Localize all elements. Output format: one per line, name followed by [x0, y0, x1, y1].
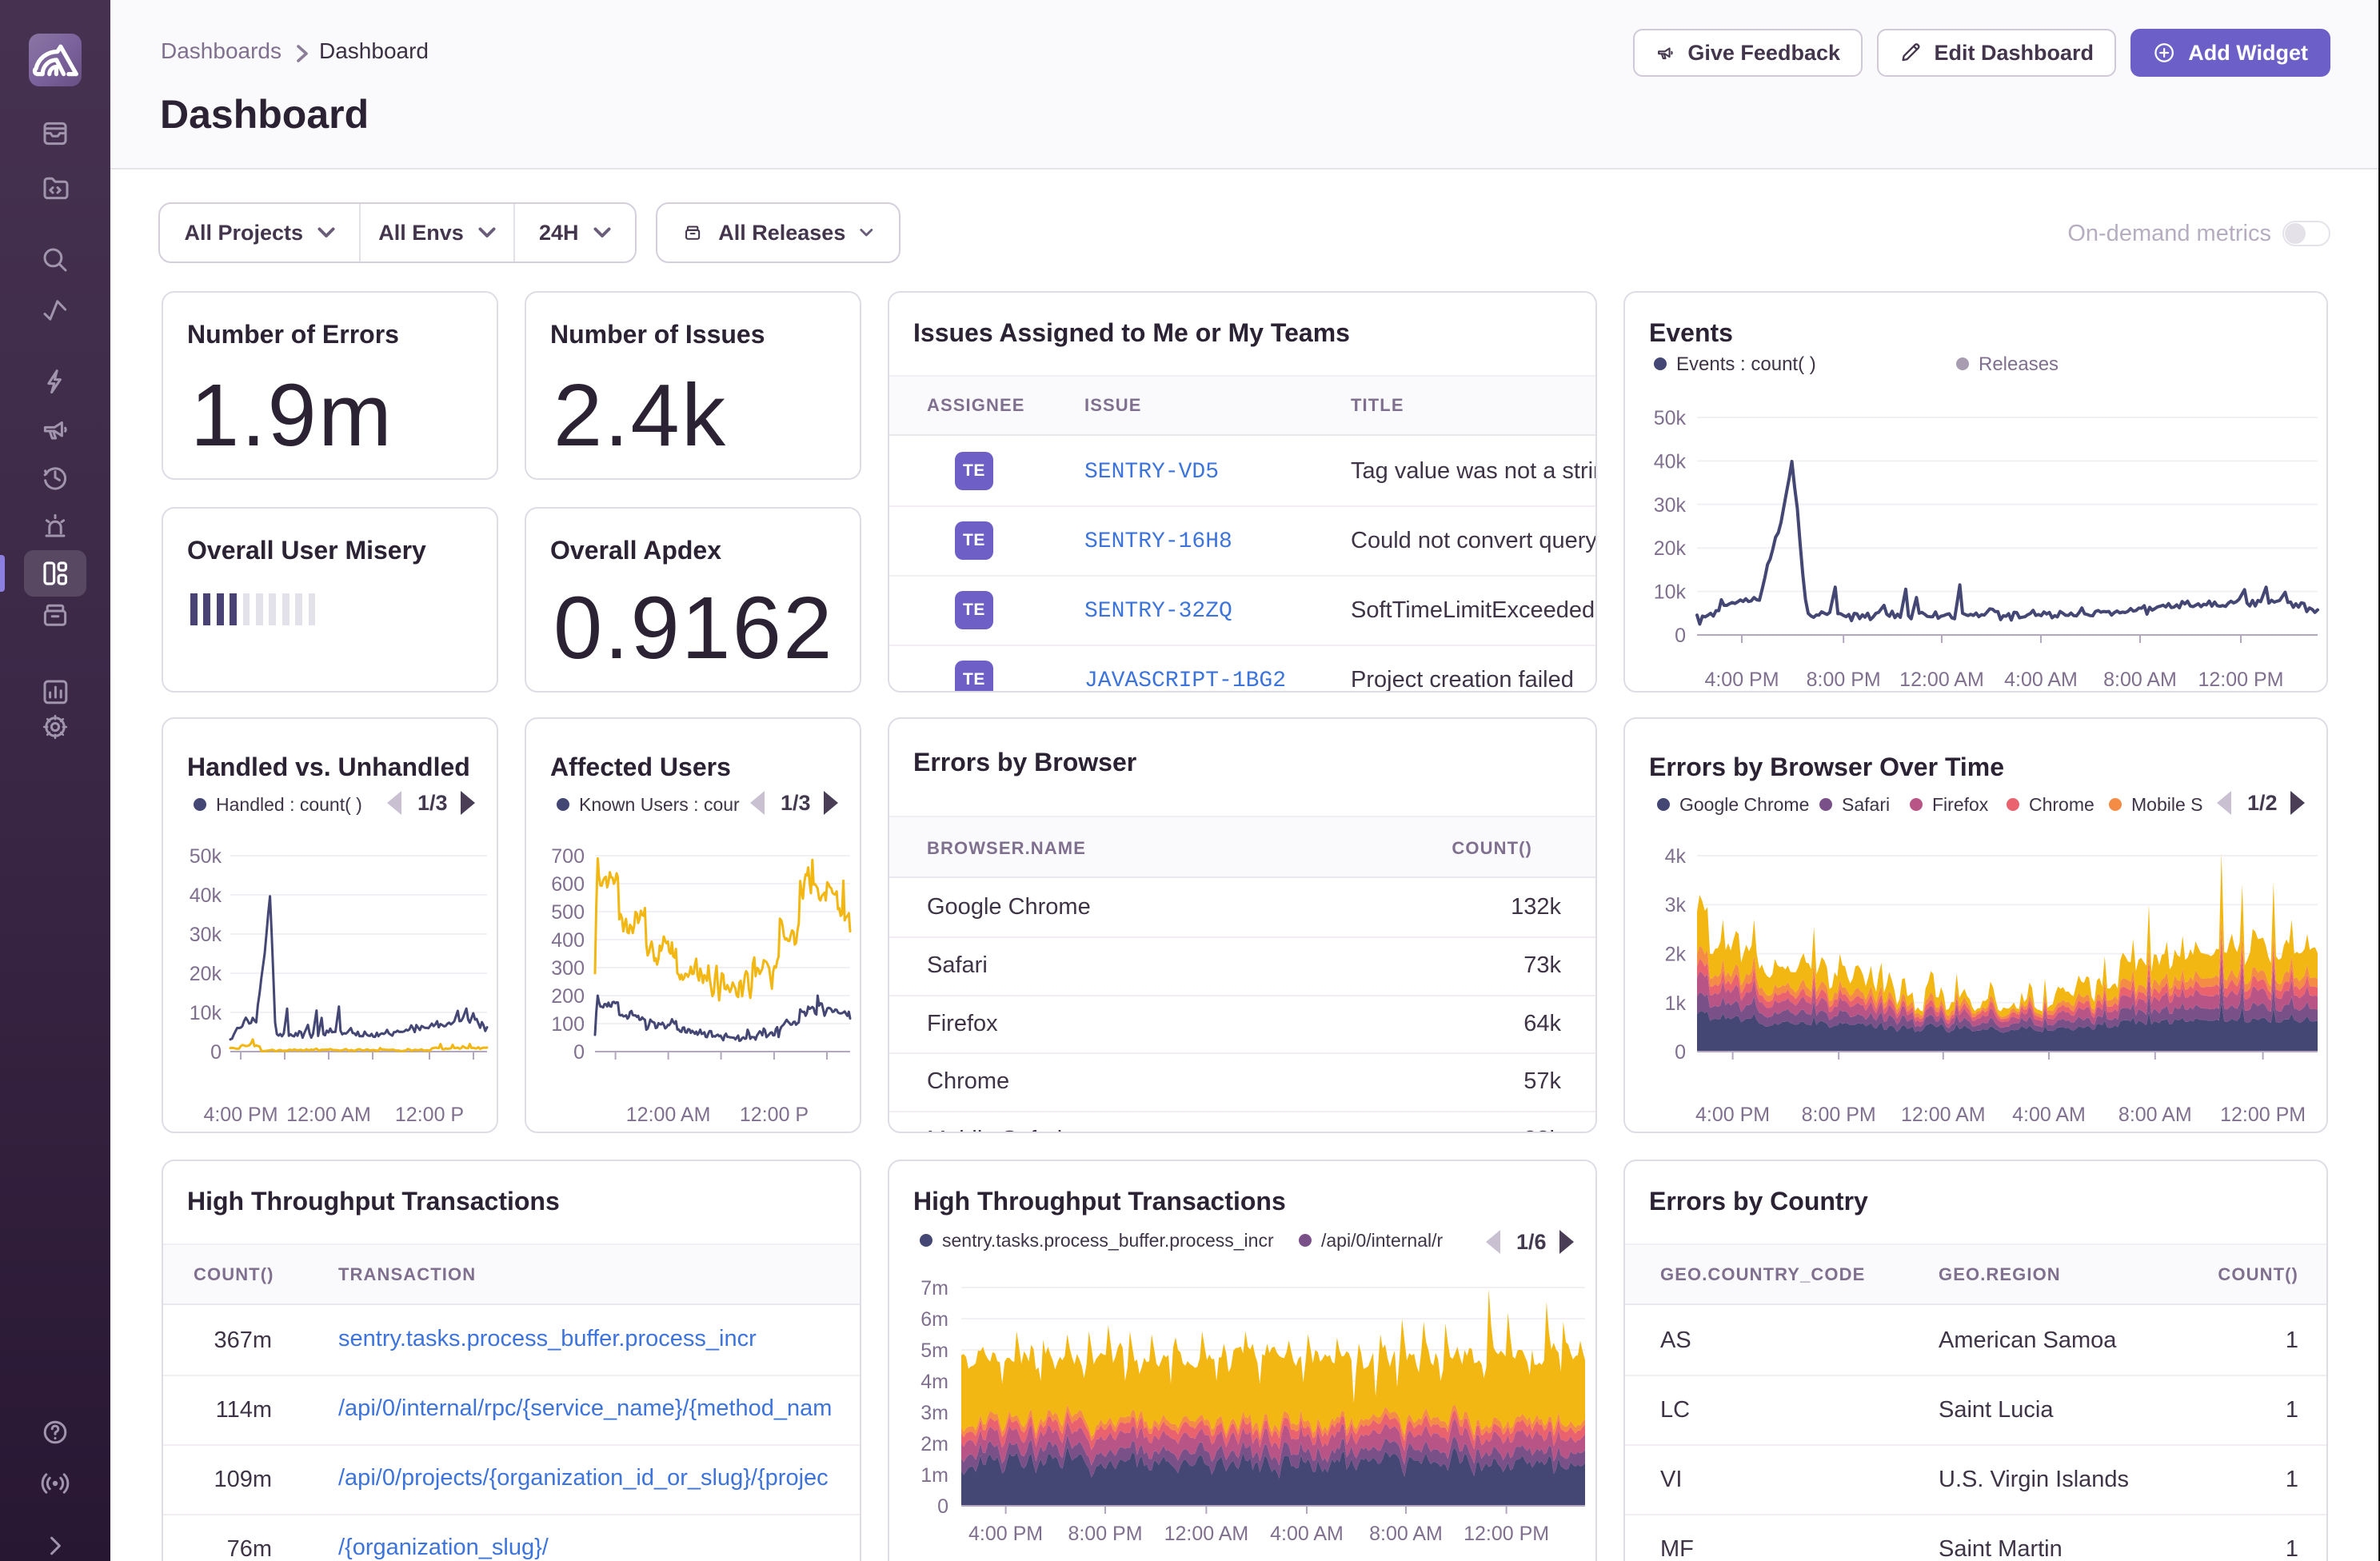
svg-text:200: 200 — [551, 985, 585, 1008]
svg-text:4:00 AM: 4:00 AM — [2004, 669, 2078, 691]
svg-text:40k: 40k — [1654, 450, 1687, 473]
svg-text:12:00 AM: 12:00 AM — [286, 1104, 371, 1126]
svg-text:12:00 PM: 12:00 PM — [2198, 669, 2283, 691]
svg-text:4:00 PM: 4:00 PM — [203, 1104, 278, 1126]
svg-text:4:00 PM: 4:00 PM — [968, 1523, 1043, 1545]
svg-text:50k: 50k — [190, 845, 222, 868]
svg-text:20k: 20k — [190, 963, 222, 985]
svg-text:8:00 AM: 8:00 AM — [2103, 669, 2177, 691]
svg-text:400: 400 — [551, 929, 585, 952]
svg-text:4:00 AM: 4:00 AM — [1270, 1523, 1344, 1545]
svg-text:6m: 6m — [920, 1308, 948, 1331]
svg-text:700: 700 — [551, 845, 585, 868]
svg-text:8:00 PM: 8:00 PM — [1068, 1523, 1142, 1545]
svg-text:50k: 50k — [1654, 407, 1687, 429]
svg-text:0: 0 — [210, 1041, 222, 1064]
svg-text:12:00 AM: 12:00 AM — [626, 1104, 711, 1126]
svg-text:4m: 4m — [920, 1371, 948, 1393]
svg-text:0: 0 — [573, 1041, 585, 1064]
svg-text:3k: 3k — [1665, 894, 1687, 916]
svg-text:8:00 AM: 8:00 AM — [1369, 1523, 1443, 1545]
svg-text:500: 500 — [551, 901, 585, 924]
svg-text:40k: 40k — [190, 884, 222, 907]
svg-text:1m: 1m — [920, 1464, 948, 1487]
svg-text:12:00 P: 12:00 P — [395, 1104, 464, 1126]
svg-text:600: 600 — [551, 873, 585, 896]
svg-text:4:00 PM: 4:00 PM — [1704, 669, 1779, 691]
svg-text:5m: 5m — [920, 1339, 948, 1362]
svg-text:12:00 AM: 12:00 AM — [1901, 1104, 1986, 1126]
svg-text:3m: 3m — [920, 1402, 948, 1424]
svg-text:0: 0 — [1675, 625, 1686, 647]
svg-text:100: 100 — [551, 1013, 585, 1036]
svg-text:2m: 2m — [920, 1433, 948, 1455]
svg-text:12:00 AM: 12:00 AM — [1164, 1523, 1249, 1545]
svg-text:12:00 PM: 12:00 PM — [2220, 1104, 2306, 1126]
svg-text:20k: 20k — [1654, 537, 1687, 560]
svg-text:12:00 PM: 12:00 PM — [1464, 1523, 1549, 1545]
svg-text:0: 0 — [937, 1495, 948, 1518]
svg-text:12:00 P: 12:00 P — [740, 1104, 809, 1126]
svg-text:300: 300 — [551, 957, 585, 980]
svg-text:8:00 AM: 8:00 AM — [2118, 1104, 2192, 1126]
svg-text:4k: 4k — [1665, 845, 1687, 868]
svg-text:10k: 10k — [190, 1002, 222, 1024]
svg-text:4:00 PM: 4:00 PM — [1695, 1104, 1770, 1126]
svg-text:7m: 7m — [920, 1277, 948, 1300]
svg-text:12:00 AM: 12:00 AM — [1899, 669, 1984, 691]
svg-text:1k: 1k — [1665, 992, 1687, 1015]
svg-text:30k: 30k — [190, 924, 222, 946]
svg-text:4:00 AM: 4:00 AM — [2012, 1104, 2086, 1126]
svg-text:30k: 30k — [1654, 494, 1687, 517]
svg-text:2k: 2k — [1665, 943, 1687, 965]
svg-text:0: 0 — [1675, 1041, 1686, 1064]
svg-text:8:00 PM: 8:00 PM — [1807, 669, 1881, 691]
svg-text:8:00 PM: 8:00 PM — [1802, 1104, 1876, 1126]
svg-text:10k: 10k — [1654, 581, 1687, 604]
